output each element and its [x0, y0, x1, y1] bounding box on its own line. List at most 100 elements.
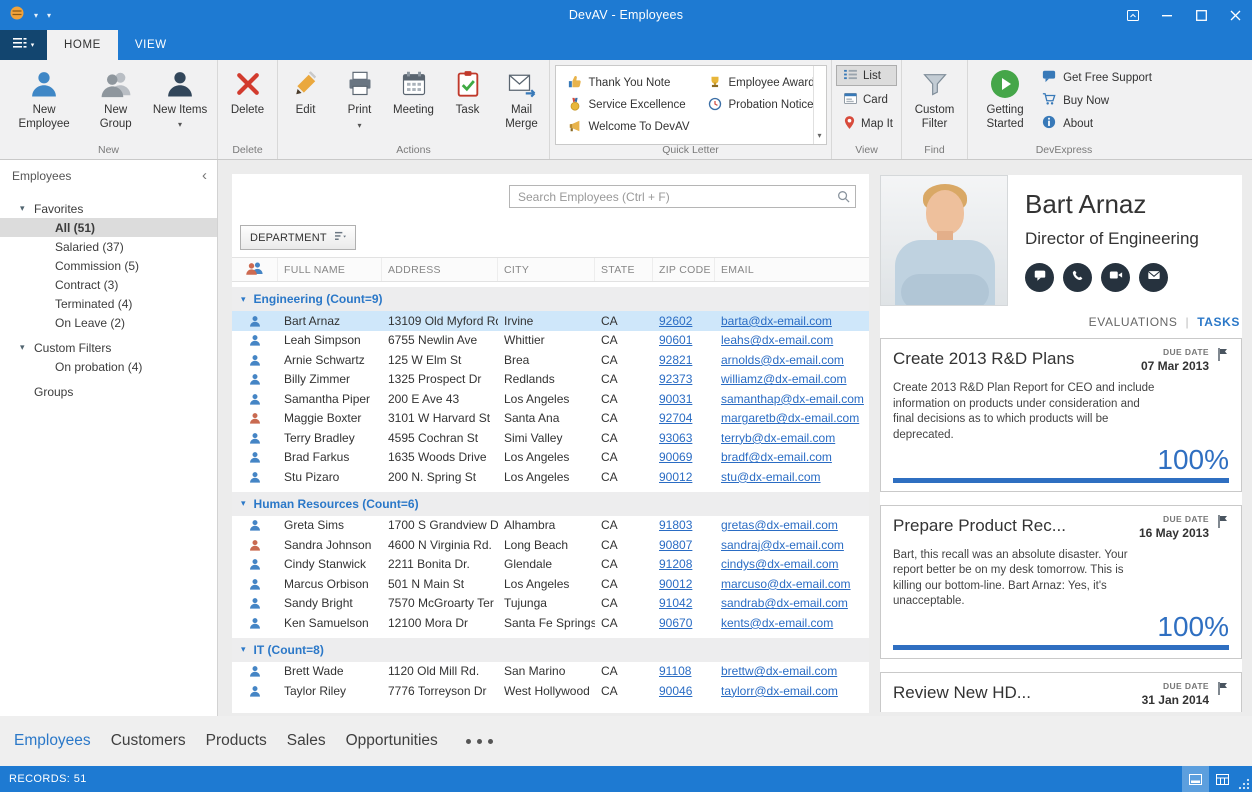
- column-header-zip-code[interactable]: ZIP CODE: [653, 258, 715, 281]
- email-link[interactable]: leahs@dx-email.com: [721, 333, 833, 347]
- sidebar-item-all[interactable]: All (51): [0, 218, 217, 237]
- layout-toggle-button[interactable]: [1182, 766, 1209, 792]
- sidebar-item-salaried[interactable]: Salaried (37): [0, 237, 217, 256]
- nav-sales[interactable]: Sales: [287, 732, 326, 750]
- ribbon-display-options-button[interactable]: [1116, 0, 1150, 30]
- email-button[interactable]: [1139, 263, 1168, 292]
- minimize-button[interactable]: [1150, 0, 1184, 30]
- custom-filter-button[interactable]: Custom Filter: [906, 63, 963, 134]
- nav-products[interactable]: Products: [206, 732, 267, 750]
- search-icon[interactable]: [837, 190, 850, 208]
- sidebar-item-terminated[interactable]: Terminated (4): [0, 294, 217, 313]
- task-button[interactable]: Task: [441, 63, 495, 120]
- new-items-button[interactable]: New Items ▾: [147, 63, 213, 134]
- email-link[interactable]: sandrab@dx-email.com: [721, 596, 848, 610]
- column-header-email[interactable]: EMAIL: [715, 258, 869, 281]
- quick-letter-employee-award[interactable]: Employee Award: [702, 72, 812, 94]
- employee-row[interactable]: Taylor Riley7776 Torreyson DrWest Hollyw…: [232, 681, 869, 701]
- zip-link[interactable]: 92821: [659, 353, 692, 367]
- map-it-button[interactable]: Map It: [836, 113, 897, 134]
- column-header-city[interactable]: CITY: [498, 258, 595, 281]
- new-group-button[interactable]: New Group: [84, 63, 147, 134]
- app-icon-caret-icon[interactable]: ▾: [34, 11, 38, 20]
- email-link[interactable]: margaretb@dx-email.com: [721, 411, 859, 425]
- column-header-address[interactable]: ADDRESS: [382, 258, 498, 281]
- nav-overflow-button[interactable]: [466, 739, 493, 744]
- zip-link[interactable]: 92602: [659, 314, 692, 328]
- zip-link[interactable]: 91803: [659, 518, 692, 532]
- email-link[interactable]: williamz@dx-email.com: [721, 372, 847, 386]
- employee-row[interactable]: Greta Sims1700 S Grandview Dr.AlhambraCA…: [232, 516, 869, 536]
- print-button[interactable]: Print ▾: [333, 63, 387, 132]
- zip-link[interactable]: 93063: [659, 431, 692, 445]
- message-button[interactable]: [1025, 263, 1054, 292]
- meeting-button[interactable]: Meeting: [387, 63, 441, 120]
- resize-grip[interactable]: [1236, 766, 1252, 792]
- grid-group-row[interactable]: ▾Engineering (Count=9): [232, 287, 869, 311]
- grid-view-toggle-button[interactable]: [1209, 766, 1236, 792]
- zip-link[interactable]: 90012: [659, 577, 692, 591]
- zip-link[interactable]: 91208: [659, 557, 692, 571]
- zip-link[interactable]: 90069: [659, 450, 692, 464]
- getting-started-button[interactable]: Getting Started: [974, 63, 1036, 134]
- employee-row[interactable]: Sandra Johnson4600 N Virginia Rd.Long Be…: [232, 535, 869, 555]
- zip-link[interactable]: 90012: [659, 470, 692, 484]
- email-link[interactable]: barta@dx-email.com: [721, 314, 832, 328]
- employee-row[interactable]: Stu Pizaro200 N. Spring StLos AngelesCA9…: [232, 467, 869, 487]
- buy-now-button[interactable]: Buy Now: [1042, 90, 1152, 111]
- zip-link[interactable]: 92373: [659, 372, 692, 386]
- sidebar-item-custom-filters[interactable]: ▾Custom Filters: [0, 338, 217, 357]
- employee-row[interactable]: Marcus Orbison501 N Main StLos AngelesCA…: [232, 574, 869, 594]
- mail-merge-button[interactable]: Mail Merge: [495, 63, 549, 134]
- nav-customers[interactable]: Customers: [111, 732, 186, 750]
- column-header-icon[interactable]: [232, 258, 278, 281]
- call-button[interactable]: [1063, 263, 1092, 292]
- email-link[interactable]: taylorr@dx-email.com: [721, 684, 838, 698]
- tab-home[interactable]: HOME: [47, 30, 118, 60]
- zip-link[interactable]: 90601: [659, 333, 692, 347]
- nav-employees[interactable]: Employees: [14, 732, 91, 750]
- grid-group-row[interactable]: ▾Human Resources (Count=6): [232, 492, 869, 516]
- email-link[interactable]: sandraj@dx-email.com: [721, 538, 844, 552]
- sidebar-collapse-button[interactable]: ‹: [202, 168, 207, 183]
- email-link[interactable]: samanthap@dx-email.com: [721, 392, 864, 406]
- column-header-state[interactable]: STATE: [595, 258, 653, 281]
- tab-view[interactable]: VIEW: [118, 30, 184, 60]
- sidebar-item-favorites[interactable]: ▾Favorites: [0, 199, 217, 218]
- sidebar-item-commission[interactable]: Commission (5): [0, 256, 217, 275]
- employee-row[interactable]: Bart Arnaz13109 Old Myford RdIrvineCA926…: [232, 311, 869, 331]
- zip-link[interactable]: 90670: [659, 616, 692, 630]
- tab-tasks[interactable]: TASKS: [1197, 315, 1240, 329]
- qat-customize-caret-icon[interactable]: ▾: [47, 11, 51, 20]
- employee-row[interactable]: Arnie Schwartz125 W Elm StBreaCA92821arn…: [232, 350, 869, 370]
- quick-letter-welcome[interactable]: Welcome To DevAV: [562, 116, 696, 138]
- task-card[interactable]: Create 2013 R&D Plans DUE DATE 07 Mar 20…: [880, 338, 1242, 492]
- email-link[interactable]: terryb@dx-email.com: [721, 431, 835, 445]
- delete-button[interactable]: Delete: [221, 63, 275, 120]
- zip-link[interactable]: 92704: [659, 411, 692, 425]
- new-employee-button[interactable]: New Employee: [4, 63, 84, 134]
- quick-letter-service-excellence[interactable]: Service Excellence: [562, 94, 696, 116]
- email-link[interactable]: gretas@dx-email.com: [721, 518, 838, 532]
- task-card[interactable]: Review New HD... DUE DATE 31 Jan 2014 Ba…: [880, 672, 1242, 712]
- group-by-department-chip[interactable]: DEPARTMENT: [240, 225, 356, 250]
- about-button[interactable]: About: [1042, 113, 1152, 134]
- quick-letter-thank-you-note[interactable]: Thank You Note: [562, 72, 696, 94]
- zip-link[interactable]: 91108: [659, 664, 691, 678]
- app-icon[interactable]: [9, 5, 25, 26]
- zip-link[interactable]: 90046: [659, 684, 692, 698]
- maximize-button[interactable]: [1184, 0, 1218, 30]
- employee-row[interactable]: Brett Wade1120 Old Mill Rd.San MarinoCA9…: [232, 662, 869, 682]
- employee-row[interactable]: Sandy Bright7570 McGroarty TerTujungaCA9…: [232, 594, 869, 614]
- get-free-support-button[interactable]: Get Free Support: [1042, 67, 1152, 88]
- search-input[interactable]: [509, 185, 856, 208]
- employee-row[interactable]: Cindy Stanwick2211 Bonita Dr.GlendaleCA9…: [232, 555, 869, 575]
- view-list-button[interactable]: List: [836, 65, 897, 86]
- edit-button[interactable]: Edit: [279, 63, 333, 120]
- email-link[interactable]: brettw@dx-email.com: [721, 664, 837, 678]
- nav-opportunities[interactable]: Opportunities: [346, 732, 438, 750]
- video-call-button[interactable]: [1101, 263, 1130, 292]
- employee-row[interactable]: Brad Farkus1635 Woods DriveLos AngelesCA…: [232, 448, 869, 468]
- email-link[interactable]: bradf@dx-email.com: [721, 450, 832, 464]
- email-link[interactable]: stu@dx-email.com: [721, 470, 821, 484]
